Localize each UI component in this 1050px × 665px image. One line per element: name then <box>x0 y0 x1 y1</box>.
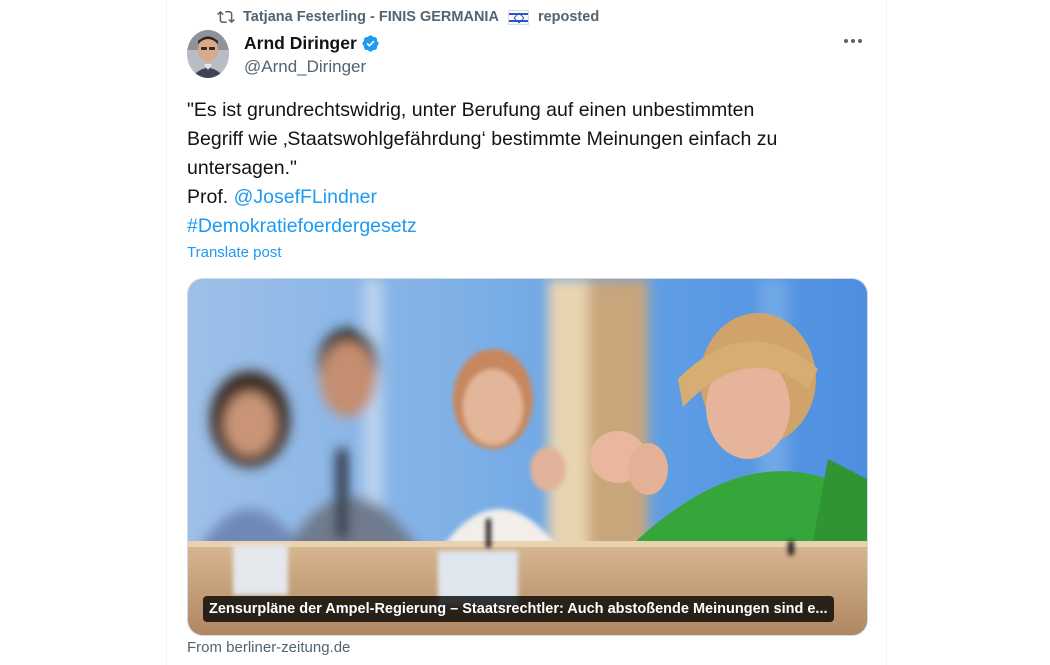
more-dot-icon <box>858 39 862 43</box>
hashtag-link[interactable]: #Demokratiefoerdergesetz <box>187 215 417 237</box>
card-caption: Zensurpläne der Ampel-Regierung – Staats… <box>203 596 834 622</box>
tweet-line: untersagen." <box>187 157 297 179</box>
author-name[interactable]: Arnd Diringer <box>244 33 357 54</box>
repost-icon <box>217 10 235 24</box>
verified-badge-icon <box>362 34 379 52</box>
prof-prefix: Prof. <box>187 186 234 208</box>
reposter-name[interactable]: Tatjana Festerling - FINIS GERMANIA <box>243 9 499 25</box>
author-block: Arnd Diringer @Arnd_Diringer <box>244 32 380 77</box>
card-image <box>188 279 867 635</box>
translate-post-link[interactable]: Translate post <box>187 244 282 261</box>
repost-label: reposted <box>537 9 600 25</box>
tweet-line: Begriff wie ‚Staatswohlgefährdung‘ besti… <box>187 128 778 150</box>
timeline-column: Tatjana Festerling - FINIS GERMANIA repo… <box>166 0 887 665</box>
repost-context: Tatjana Festerling - FINIS GERMANIA repo… <box>217 7 599 27</box>
mention-link[interactable]: @JosefFLindner <box>234 186 377 208</box>
link-card[interactable]: Zensurpläne der Ampel-Regierung – Staats… <box>187 278 868 636</box>
card-source[interactable]: From berliner-zeitung.de <box>187 639 350 656</box>
tweet-line: "Es ist grundrechtswidrig, unter Berufun… <box>187 99 755 121</box>
tweet-text: "Es ist grundrechtswidrig, unter Berufun… <box>187 96 867 241</box>
more-dot-icon <box>851 39 855 43</box>
israel-flag-icon <box>507 9 529 25</box>
avatar[interactable] <box>187 30 229 78</box>
more-options-button[interactable] <box>840 30 866 52</box>
author-handle[interactable]: @Arnd_Diringer <box>244 57 380 77</box>
tweet-attribution: Prof. @JosefFLindner <box>187 183 867 212</box>
more-dot-icon <box>844 39 848 43</box>
